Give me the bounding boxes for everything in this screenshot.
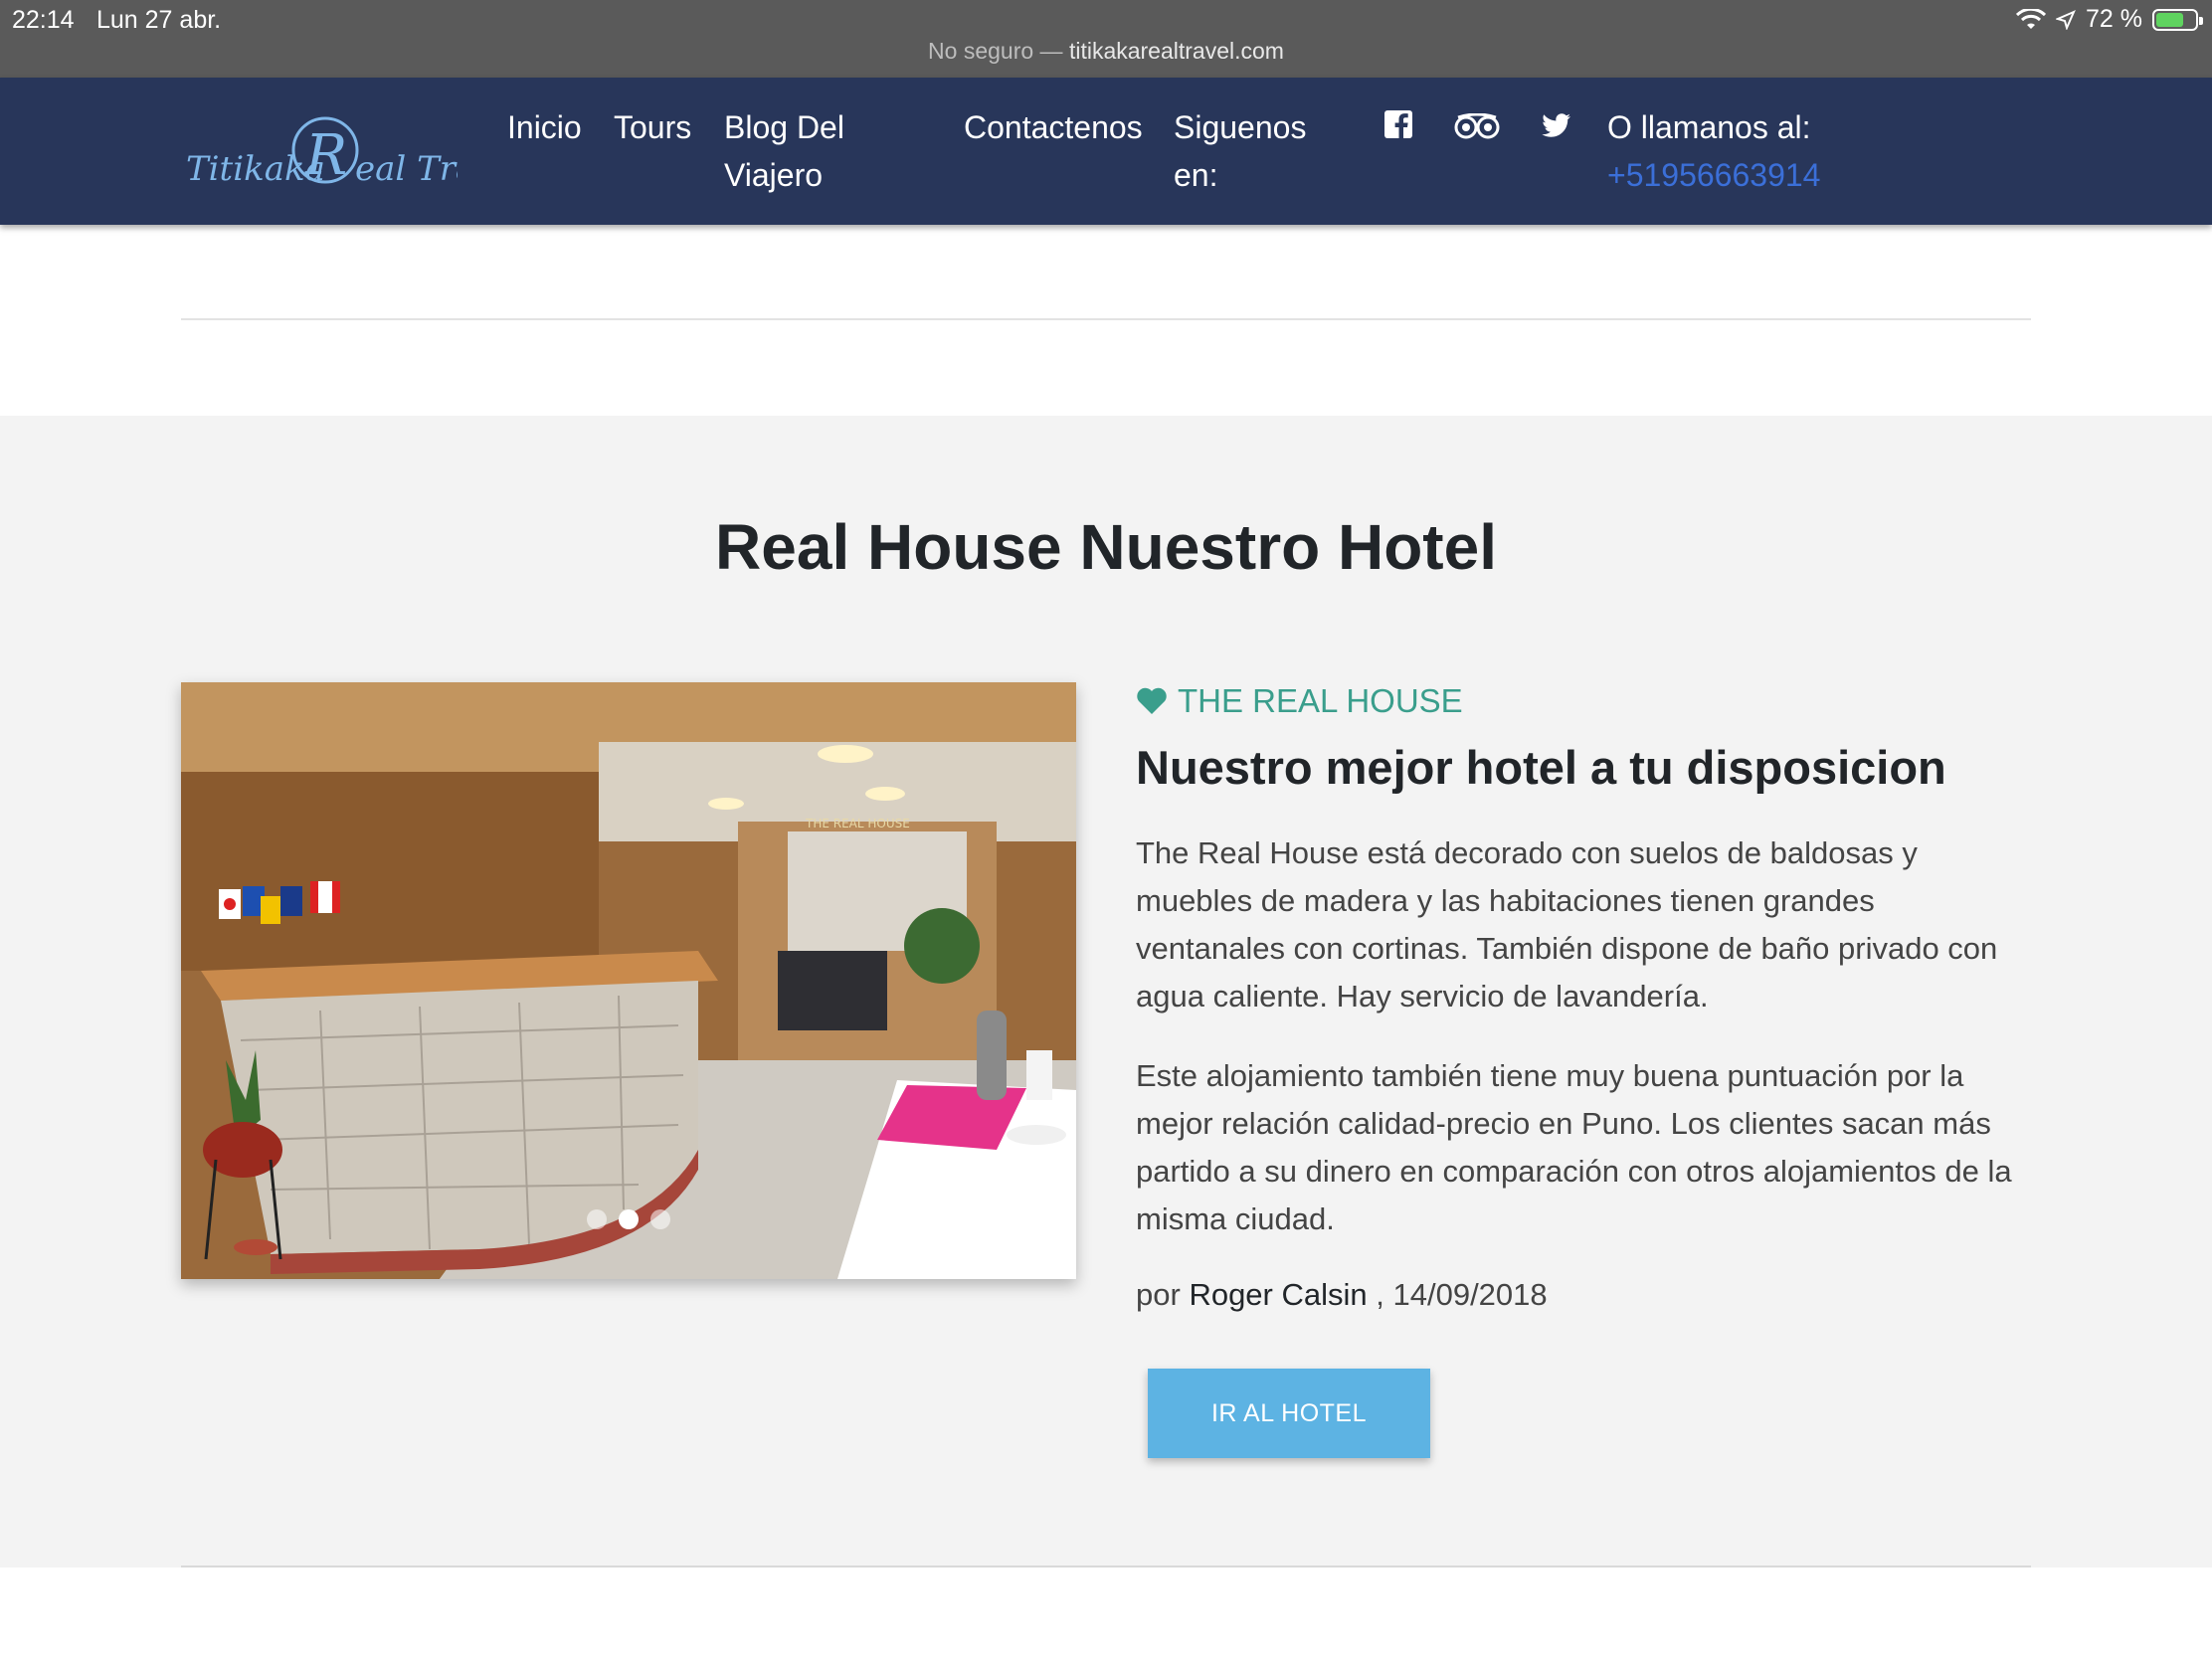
nav-siguenos-line1: Siguenos <box>1174 109 1307 145</box>
carousel-dot[interactable] <box>650 1209 670 1229</box>
nav-siguenos: Siguenos en: <box>1174 103 1306 199</box>
call-block: O llamanos al: +51956663914 <box>1607 103 1820 199</box>
nav-blog-line1: Blog Del <box>724 109 844 145</box>
section-title: Real House Nuestro Hotel <box>715 511 1497 583</box>
svg-text:eal Travel: eal Travel <box>355 149 458 189</box>
nav-blog-line2: Viajero <box>724 157 824 193</box>
ir-al-hotel-button[interactable]: IR AL HOTEL <box>1148 1369 1430 1458</box>
kicker-text: THE REAL HOUSE <box>1178 682 1463 719</box>
post-byline: por Roger Calsin , 14/09/2018 <box>1136 1277 1548 1313</box>
hotel-photo-carousel[interactable]: THE REAL HOUSE <box>181 682 1076 1279</box>
location-arrow-icon <box>2056 9 2076 30</box>
address-bar[interactable]: No seguro — titikakarealtravel.com <box>0 38 2212 65</box>
byline-author: Roger Calsin <box>1189 1277 1368 1312</box>
battery-percent: 72 % <box>2086 5 2142 33</box>
phone-link[interactable]: +51956663914 <box>1607 157 1820 193</box>
divider-bottom <box>181 1566 2031 1567</box>
status-bar: 22:14 Lun 27 abr. 72 % No seguro — titik… <box>0 0 2212 78</box>
svg-text:THE REAL HOUSE: THE REAL HOUSE <box>805 817 910 830</box>
status-time: 22:14 <box>12 6 75 34</box>
url-text: titikakarealtravel.com <box>1068 38 1284 64</box>
site-logo[interactable]: Titikaka R eal Travel <box>184 112 458 192</box>
hotel-section: Real House Nuestro Hotel THE REAL HOUSE <box>0 416 2212 1567</box>
post-title: Nuestro mejor hotel a tu disposicion <box>1136 741 1946 794</box>
security-label: No seguro — <box>928 38 1063 64</box>
nav-siguenos-line2: en: <box>1174 157 1218 193</box>
call-label: O llamanos al: <box>1607 109 1811 145</box>
status-date: Lun 27 abr. <box>96 6 222 34</box>
post-paragraph-2: Este alojamiento también tiene muy buena… <box>1136 1058 2012 1236</box>
svg-text:R: R <box>304 123 347 188</box>
battery-icon <box>2152 8 2203 31</box>
nav-inicio[interactable]: Inicio <box>507 103 582 151</box>
tripadvisor-icon[interactable] <box>1454 113 1500 139</box>
post-kicker: THE REAL HOUSE <box>1136 682 1463 720</box>
divider-top <box>181 318 2031 320</box>
carousel-dot[interactable] <box>587 1209 607 1229</box>
byline-prefix: por <box>1136 1277 1181 1312</box>
carousel-dots <box>181 1209 1076 1229</box>
heart-icon <box>1137 687 1167 714</box>
twitter-icon[interactable] <box>1542 113 1571 139</box>
nav-blog[interactable]: Blog Del Viajero <box>724 103 844 199</box>
nav-tours[interactable]: Tours <box>614 103 691 151</box>
byline-date: , 14/09/2018 <box>1376 1277 1548 1312</box>
post-paragraph-1: The Real House está decorado con suelos … <box>1136 835 1998 1014</box>
svg-text:Titikaka: Titikaka <box>186 149 325 189</box>
facebook-icon[interactable] <box>1383 109 1413 139</box>
carousel-dot-active[interactable] <box>619 1209 639 1229</box>
status-indicators: 72 % <box>2016 5 2203 34</box>
wifi-icon <box>2016 8 2047 29</box>
nav-contactenos[interactable]: Contactenos <box>964 103 1143 151</box>
hotel-lobby-photo: THE REAL HOUSE <box>181 682 1076 1279</box>
navbar: Titikaka R eal Travel Inicio Tours Blog … <box>0 78 2212 225</box>
